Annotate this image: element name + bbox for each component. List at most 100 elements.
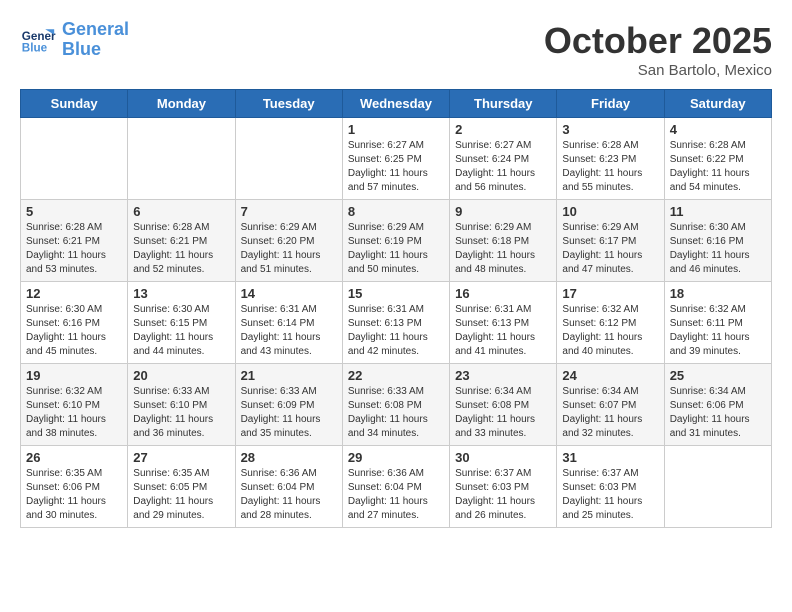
day-number: 20 [133,368,229,383]
dow-monday: Monday [128,90,235,118]
week-row-2: 12Sunrise: 6:30 AM Sunset: 6:16 PM Dayli… [21,282,772,364]
day-info: Sunrise: 6:34 AM Sunset: 6:08 PM Dayligh… [455,385,551,441]
day-info: Sunrise: 6:33 AM Sunset: 6:10 PM Dayligh… [133,385,229,441]
day-info: Sunrise: 6:30 AM Sunset: 6:15 PM Dayligh… [133,303,229,359]
day-info: Sunrise: 6:28 AM Sunset: 6:21 PM Dayligh… [26,221,122,277]
dow-friday: Friday [557,90,664,118]
day-info: Sunrise: 6:27 AM Sunset: 6:25 PM Dayligh… [348,139,444,195]
calendar-cell [21,118,128,200]
location-subtitle: San Bartolo, Mexico [544,62,772,79]
day-info: Sunrise: 6:35 AM Sunset: 6:06 PM Dayligh… [26,467,122,523]
day-number: 26 [26,450,122,465]
dow-tuesday: Tuesday [235,90,342,118]
dow-saturday: Saturday [664,90,771,118]
day-info: Sunrise: 6:32 AM Sunset: 6:11 PM Dayligh… [670,303,766,359]
calendar-cell: 20 Sunrise: 6:33 AM Sunset: 6:10 PM Dayli… [128,364,235,446]
week-row-1: 5 Sunrise: 6:28 AM Sunset: 6:21 PM Daylig… [21,200,772,282]
day-number: 27 [133,450,229,465]
calendar-cell: 19 Sunrise: 6:32 AM Sunset: 6:10 PM Dayli… [21,364,128,446]
calendar-cell: 21Sunrise: 6:33 AM Sunset: 6:09 PM Dayli… [235,364,342,446]
day-info: Sunrise: 6:31 AM Sunset: 6:13 PM Dayligh… [348,303,444,359]
calendar-cell: 28Sunrise: 6:36 AM Sunset: 6:04 PM Dayli… [235,446,342,528]
day-info: Sunrise: 6:37 AM Sunset: 6:03 PM Dayligh… [455,467,551,523]
calendar-cell: 4 Sunrise: 6:28 AM Sunset: 6:22 PM Daylig… [664,118,771,200]
day-info: Sunrise: 6:28 AM Sunset: 6:21 PM Dayligh… [133,221,229,277]
day-number: 12 [26,286,122,301]
calendar-cell: 13 Sunrise: 6:30 AM Sunset: 6:15 PM Dayli… [128,282,235,364]
calendar-cell: 18 Sunrise: 6:32 AM Sunset: 6:11 PM Dayli… [664,282,771,364]
calendar-cell: 3Sunrise: 6:28 AM Sunset: 6:23 PM Daylig… [557,118,664,200]
day-number: 21 [241,368,337,383]
day-info: Sunrise: 6:29 AM Sunset: 6:18 PM Dayligh… [455,221,551,277]
day-number: 19 [26,368,122,383]
days-of-week-header: SundayMondayTuesdayWednesdayThursdayFrid… [21,90,772,118]
day-number: 8 [348,204,444,219]
calendar-cell: 12Sunrise: 6:30 AM Sunset: 6:16 PM Dayli… [21,282,128,364]
day-info: Sunrise: 6:29 AM Sunset: 6:19 PM Dayligh… [348,221,444,277]
day-info: Sunrise: 6:32 AM Sunset: 6:10 PM Dayligh… [26,385,122,441]
month-title: October 2025 [544,20,772,62]
page-header: General Blue GeneralBlue October 2025 Sa… [20,20,772,79]
calendar-cell: 22 Sunrise: 6:33 AM Sunset: 6:08 PM Dayli… [342,364,449,446]
day-number: 10 [562,204,658,219]
day-number: 17 [562,286,658,301]
calendar-cell: 17 Sunrise: 6:32 AM Sunset: 6:12 PM Dayli… [557,282,664,364]
calendar-cell: 7Sunrise: 6:29 AM Sunset: 6:20 PM Daylig… [235,200,342,282]
day-info: Sunrise: 6:32 AM Sunset: 6:12 PM Dayligh… [562,303,658,359]
week-row-3: 19 Sunrise: 6:32 AM Sunset: 6:10 PM Dayli… [21,364,772,446]
day-number: 3 [562,122,658,137]
day-info: Sunrise: 6:37 AM Sunset: 6:03 PM Dayligh… [562,467,658,523]
day-info: Sunrise: 6:34 AM Sunset: 6:06 PM Dayligh… [670,385,766,441]
day-number: 13 [133,286,229,301]
day-number: 4 [670,122,766,137]
calendar-table: SundayMondayTuesdayWednesdayThursdayFrid… [20,89,772,528]
calendar-cell: 11Sunrise: 6:30 AM Sunset: 6:16 PM Dayli… [664,200,771,282]
day-number: 29 [348,450,444,465]
day-number: 22 [348,368,444,383]
calendar-cell: 1Sunrise: 6:27 AM Sunset: 6:25 PM Daylig… [342,118,449,200]
dow-thursday: Thursday [450,90,557,118]
day-info: Sunrise: 6:36 AM Sunset: 6:04 PM Dayligh… [348,467,444,523]
day-number: 18 [670,286,766,301]
day-info: Sunrise: 6:31 AM Sunset: 6:14 PM Dayligh… [241,303,337,359]
svg-text:Blue: Blue [22,41,48,54]
calendar-cell [128,118,235,200]
calendar-cell: 2Sunrise: 6:27 AM Sunset: 6:24 PM Daylig… [450,118,557,200]
calendar-cell [235,118,342,200]
calendar-cell: 9 Sunrise: 6:29 AM Sunset: 6:18 PM Daylig… [450,200,557,282]
calendar-cell: 25 Sunrise: 6:34 AM Sunset: 6:06 PM Dayli… [664,364,771,446]
day-number: 6 [133,204,229,219]
day-number: 9 [455,204,551,219]
day-number: 5 [26,204,122,219]
calendar-cell: 8 Sunrise: 6:29 AM Sunset: 6:19 PM Daylig… [342,200,449,282]
week-row-0: 1Sunrise: 6:27 AM Sunset: 6:25 PM Daylig… [21,118,772,200]
day-number: 28 [241,450,337,465]
day-number: 30 [455,450,551,465]
day-number: 23 [455,368,551,383]
day-info: Sunrise: 6:35 AM Sunset: 6:05 PM Dayligh… [133,467,229,523]
calendar-cell: 5 Sunrise: 6:28 AM Sunset: 6:21 PM Daylig… [21,200,128,282]
calendar-cell: 31 Sunrise: 6:37 AM Sunset: 6:03 PM Dayli… [557,446,664,528]
week-row-4: 26 Sunrise: 6:35 AM Sunset: 6:06 PM Dayli… [21,446,772,528]
calendar-body: 1Sunrise: 6:27 AM Sunset: 6:25 PM Daylig… [21,118,772,528]
calendar-cell: 6 Sunrise: 6:28 AM Sunset: 6:21 PM Daylig… [128,200,235,282]
logo-icon: General Blue [20,22,56,58]
day-info: Sunrise: 6:28 AM Sunset: 6:22 PM Dayligh… [670,139,766,195]
title-block: October 2025 San Bartolo, Mexico [544,20,772,79]
day-info: Sunrise: 6:33 AM Sunset: 6:08 PM Dayligh… [348,385,444,441]
calendar-cell: 27 Sunrise: 6:35 AM Sunset: 6:05 PM Dayli… [128,446,235,528]
calendar-cell: 14Sunrise: 6:31 AM Sunset: 6:14 PM Dayli… [235,282,342,364]
dow-sunday: Sunday [21,90,128,118]
day-info: Sunrise: 6:34 AM Sunset: 6:07 PM Dayligh… [562,385,658,441]
calendar-cell: 29 Sunrise: 6:36 AM Sunset: 6:04 PM Dayli… [342,446,449,528]
dow-wednesday: Wednesday [342,90,449,118]
day-info: Sunrise: 6:31 AM Sunset: 6:13 PM Dayligh… [455,303,551,359]
calendar-cell: 15Sunrise: 6:31 AM Sunset: 6:13 PM Dayli… [342,282,449,364]
day-number: 31 [562,450,658,465]
calendar-cell: 26 Sunrise: 6:35 AM Sunset: 6:06 PM Dayli… [21,446,128,528]
calendar-cell: 24Sunrise: 6:34 AM Sunset: 6:07 PM Dayli… [557,364,664,446]
day-number: 11 [670,204,766,219]
logo: General Blue GeneralBlue [20,20,129,60]
day-number: 25 [670,368,766,383]
calendar-cell: 10Sunrise: 6:29 AM Sunset: 6:17 PM Dayli… [557,200,664,282]
